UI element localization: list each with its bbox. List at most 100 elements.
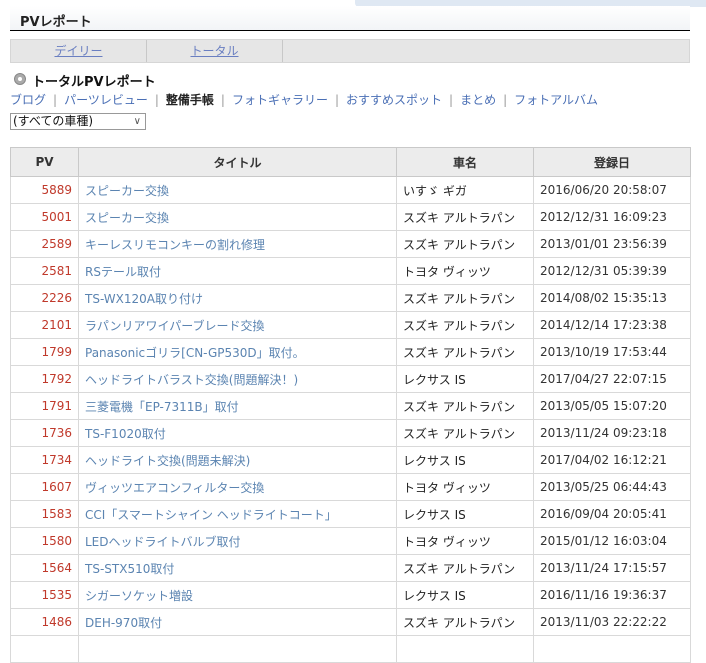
nav-separator: | xyxy=(220,93,225,107)
entry-title-link[interactable]: TS-F1020取付 xyxy=(85,427,166,441)
entry-title-link[interactable]: シガーソケット増設 xyxy=(85,589,193,603)
car-filter-select[interactable]: (すべての車種) ∨ xyxy=(10,113,146,130)
table-row: 1580 LEDヘッドライトバルブ取付 トヨタ ヴィッツ 2015/01/12 16:… xyxy=(10,527,691,555)
page-header: PVレポート xyxy=(10,6,690,31)
car-name: スズキ アルトラパン xyxy=(396,419,534,447)
car-name: スズキ アルトラパン xyxy=(396,554,534,582)
car-name: レクサス IS xyxy=(396,446,534,474)
pv-count xyxy=(10,635,79,663)
registered-date: 2016/09/04 20:05:41 xyxy=(533,500,691,528)
title-cell: ラパンリアワイパーブレード交換 xyxy=(78,311,397,339)
pv-count: 1736 xyxy=(10,419,79,447)
page-title: PVレポート xyxy=(20,15,92,30)
pv-count: 1564 xyxy=(10,554,79,582)
registered-date: 2016/11/16 19:36:37 xyxy=(533,581,691,609)
category-link[interactable]: おすすめスポット xyxy=(346,93,442,107)
pv-count: 1535 xyxy=(10,581,79,609)
entry-title-link[interactable]: TS-WX120A取り付け xyxy=(85,292,203,306)
entry-title-link[interactable]: ヘッドライト交換(問題未解決) xyxy=(85,454,250,468)
entry-title-link[interactable]: 三菱電機「EP-7311B」取付 xyxy=(85,400,239,414)
car-name: スズキ アルトラパン xyxy=(396,338,534,366)
title-cell: 三菱電機「EP-7311B」取付 xyxy=(78,392,397,420)
pv-count: 1791 xyxy=(10,392,79,420)
category-link[interactable]: まとめ xyxy=(460,93,496,107)
entry-title-link[interactable]: DEH-970取付 xyxy=(85,616,162,630)
table-row: 2101 ラパンリアワイパーブレード交換 スズキ アルトラパン 2014/12/14 … xyxy=(10,311,691,339)
table-row: 1791 三菱電機「EP-7311B」取付 スズキ アルトラパン 2013/05/05… xyxy=(10,392,691,420)
registered-date: 2015/01/12 16:03:04 xyxy=(533,527,691,555)
entry-title-link[interactable]: ラパンリアワイパーブレード交換 xyxy=(85,319,265,333)
title-cell: ヴィッツエアコンフィルター交換 xyxy=(78,473,397,501)
entry-title-link[interactable]: Panasonicゴリラ[CN-GP530D」取付。 xyxy=(85,346,305,360)
header-car[interactable]: 車名 xyxy=(396,147,534,177)
tab-total[interactable]: トータル xyxy=(147,40,283,62)
title-cell: TS-F1020取付 xyxy=(78,419,397,447)
nav-separator: | xyxy=(53,93,58,107)
nav-separator: | xyxy=(334,93,339,107)
entry-title-link[interactable]: キーレスリモコンキーの割れ修理 xyxy=(85,238,265,252)
pv-count: 1583 xyxy=(10,500,79,528)
category-link[interactable]: フォトギャラリー xyxy=(232,93,328,107)
category-link[interactable]: 整備手帳 xyxy=(166,93,214,107)
table-row: 1734 ヘッドライト交換(問題未解決) レクサス IS 2017/04/02 16:… xyxy=(10,446,691,474)
entry-title-link[interactable]: CCI「スマートシャイン ヘッドライトコート」 xyxy=(85,508,337,522)
section-title: トータルPVレポート xyxy=(14,71,156,90)
table-row: 1486 DEH-970取付 スズキ アルトラパン 2013/11/03 22:22:… xyxy=(10,608,691,636)
pv-count: 2101 xyxy=(10,311,79,339)
category-link[interactable]: フォトアルバム xyxy=(514,93,598,107)
header-pv[interactable]: PV xyxy=(10,147,79,177)
pv-count: 2581 xyxy=(10,257,79,285)
title-cell: Panasonicゴリラ[CN-GP530D」取付。 xyxy=(78,338,397,366)
car-name: スズキ アルトラパン xyxy=(396,311,534,339)
radio-bullet-icon xyxy=(14,73,26,85)
registered-date: 2017/04/02 16:12:21 xyxy=(533,446,691,474)
title-cell: CCI「スマートシャイン ヘッドライトコート」 xyxy=(78,500,397,528)
registered-date: 2013/05/05 15:07:20 xyxy=(533,392,691,420)
entry-title-link[interactable]: RSテール取付 xyxy=(85,265,161,279)
title-cell: スピーカー交換 xyxy=(78,176,397,204)
car-name: トヨタ ヴィッツ xyxy=(396,527,534,555)
category-link[interactable]: パーツレビュー xyxy=(64,93,148,107)
table-row: 2226 TS-WX120A取り付け スズキ アルトラパン 2014/08/02 15… xyxy=(10,284,691,312)
entry-title-link[interactable]: ヘッドライトバラスト交換(問題解決！) xyxy=(85,373,298,387)
table-row: 1564 TS-STX510取付 スズキ アルトラパン 2013/11/24 17:1… xyxy=(10,554,691,582)
entry-title-link[interactable]: スピーカー交換 xyxy=(85,184,169,198)
registered-date: 2017/04/27 22:07:15 xyxy=(533,365,691,393)
nav-separator: | xyxy=(503,93,508,107)
table-row: 1583 CCI「スマートシャイン ヘッドライトコート」 レクサス IS 2016/0… xyxy=(10,500,691,528)
pv-count: 1792 xyxy=(10,365,79,393)
registered-date: 2013/11/03 22:22:22 xyxy=(533,608,691,636)
tab-daily[interactable]: デイリー xyxy=(11,40,147,62)
car-name: レクサス IS xyxy=(396,581,534,609)
registered-date: 2013/11/24 17:15:57 xyxy=(533,554,691,582)
entry-title-link[interactable]: TS-STX510取付 xyxy=(85,562,174,576)
car-name: スズキ アルトラパン xyxy=(396,230,534,258)
car-name: トヨタ ヴィッツ xyxy=(396,473,534,501)
header-date[interactable]: 登録日 xyxy=(533,147,691,177)
registered-date: 2013/10/19 17:53:44 xyxy=(533,338,691,366)
pv-count: 1580 xyxy=(10,527,79,555)
category-nav: ブログ | パーツレビュー | 整備手帳 | フォトギャラリー | おすすめスポット | まとめ | フ… xyxy=(10,91,598,107)
title-cell: ヘッドライトバラスト交換(問題解決！) xyxy=(78,365,397,393)
nav-separator: | xyxy=(154,93,159,107)
entry-title-link[interactable]: ヴィッツエアコンフィルター交換 xyxy=(85,481,264,495)
pv-count: 5889 xyxy=(10,176,79,204)
car-name: いすゞ ギガ xyxy=(396,176,534,204)
registered-date: 2014/12/14 17:23:38 xyxy=(533,311,691,339)
category-link[interactable]: ブログ xyxy=(10,93,46,107)
pv-count: 2589 xyxy=(10,230,79,258)
table-row: 1792 ヘッドライトバラスト交換(問題解決！) レクサス IS 2017/04/27… xyxy=(10,365,691,393)
title-cell: LEDヘッドライトバルブ取付 xyxy=(78,527,397,555)
entry-title-link[interactable]: LEDヘッドライトバルブ取付 xyxy=(85,535,241,549)
entry-title-link[interactable]: スピーカー交換 xyxy=(85,211,169,225)
title-cell: TS-STX510取付 xyxy=(78,554,397,582)
car-name: レクサス IS xyxy=(396,500,534,528)
car-name xyxy=(396,635,534,663)
car-name: トヨタ ヴィッツ xyxy=(396,257,534,285)
pv-count: 1734 xyxy=(10,446,79,474)
table-row: 2581 RSテール取付 トヨタ ヴィッツ 2012/12/31 05:39:39 xyxy=(10,257,691,285)
title-cell: DEH-970取付 xyxy=(78,608,397,636)
pv-count: 1799 xyxy=(10,338,79,366)
table-row: 1799 Panasonicゴリラ[CN-GP530D」取付。 スズキ アルトラパン… xyxy=(10,338,691,366)
header-title[interactable]: タイトル xyxy=(78,147,397,177)
